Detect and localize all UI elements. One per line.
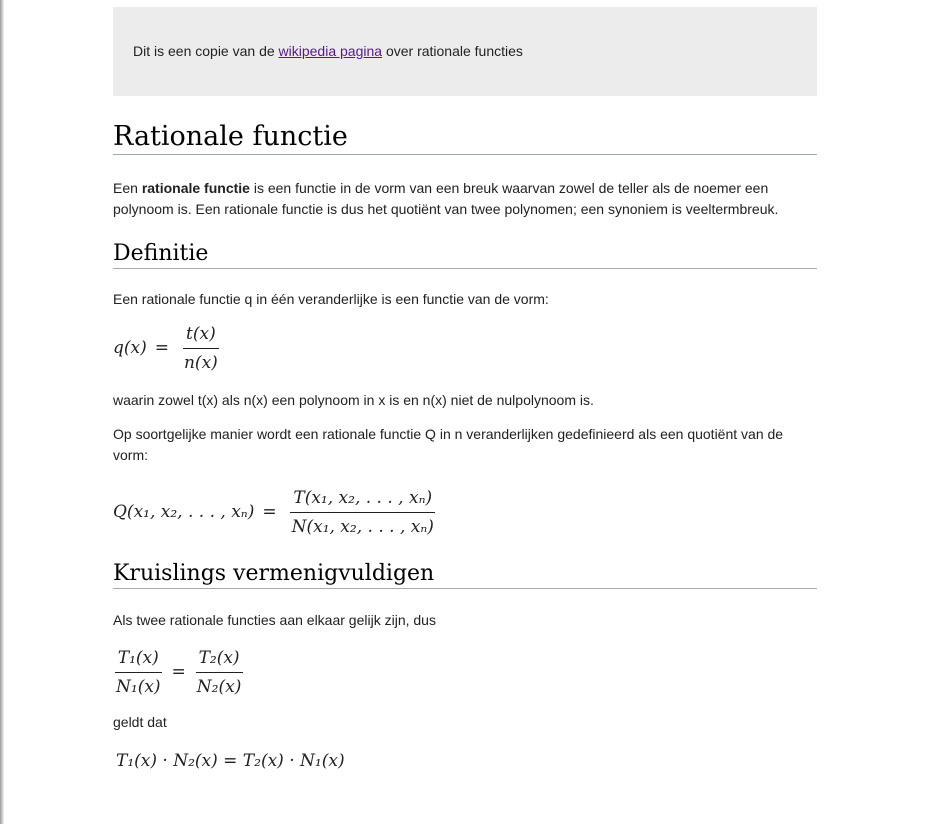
intro-paragraph: Een rationale functie is een functie in …: [113, 178, 817, 220]
kruislings-paragraph-2: geldt dat: [113, 714, 167, 730]
formula2-numerator: T(x₁, x₂, . . . , xₙ): [290, 486, 436, 513]
formula1-equals: =: [154, 338, 169, 358]
kruislings-paragraph-1: Als twee rationale functies aan elkaar g…: [113, 612, 436, 628]
formula1-numerator: t(x): [183, 322, 219, 349]
page-title: Rationale functie: [113, 120, 817, 155]
formula1-denominator: n(x): [183, 352, 218, 373]
formula1-fraction: t(x) n(x): [181, 322, 221, 375]
formula1-lhs: q(x): [113, 338, 147, 358]
intro-bold-term: rationale functie: [141, 180, 250, 196]
formula-q-of-x: q(x) = t(x) n(x): [113, 322, 817, 374]
notice-text-after: over rationale functies: [382, 43, 523, 59]
formula3-equals: =: [171, 662, 186, 682]
window-left-border: [0, 0, 4, 824]
formula2-equals: =: [262, 502, 277, 522]
heading-definitie: Definitie: [113, 240, 817, 269]
formula-cross-multiplication: T₁(x) · N₂(x) = T₂(x) · N₁(x): [116, 749, 817, 773]
formula3-left-fraction: T₁(x) N₁(x): [113, 646, 164, 699]
formula3-left-numerator: T₁(x): [114, 646, 162, 673]
article-content: Dit is een copie van de wikipedia pagina…: [113, 7, 817, 773]
formula-Q-multivariate: Q(x₁, x₂, . . . , xₙ) = T(x₁, x₂, . . . …: [113, 484, 817, 540]
formula4-expression: T₁(x) · N₂(x) = T₂(x) · N₁(x): [116, 751, 345, 771]
formula2-lhs: Q(x₁, x₂, . . . , xₙ): [113, 502, 255, 522]
copy-notice-box: Dit is een copie van de wikipedia pagina…: [113, 7, 817, 96]
definitie-paragraph-2: waarin zowel t(x) als n(x) een polynoom …: [113, 392, 594, 408]
formula3-left-denominator: N₁(x): [116, 676, 161, 697]
formula3-right-fraction: T₂(x) N₂(x): [194, 646, 245, 699]
definitie-paragraph-1: Een rationale functie q in één veranderl…: [113, 291, 549, 307]
formula3-right-denominator: N₂(x): [196, 676, 242, 697]
formula3-right-numerator: T₂(x): [195, 646, 243, 673]
formula2-fraction: T(x₁, x₂, . . . , xₙ) N(x₁, x₂, . . . , …: [289, 486, 437, 539]
wikipedia-link[interactable]: wikipedia pagina: [279, 43, 383, 59]
formula-equal-fractions: T₁(x) N₁(x) = T₂(x) N₂(x): [113, 644, 817, 700]
notice-text-before: Dit is een copie van de: [133, 43, 279, 59]
heading-kruislings: Kruislings vermenigvuldigen: [113, 560, 817, 589]
formula2-denominator: N(x₁, x₂, . . . , xₙ): [291, 516, 434, 537]
definitie-paragraph-3: Op soortgelijke manier wordt een rationa…: [113, 426, 784, 463]
intro-text-start: Een: [113, 180, 142, 196]
